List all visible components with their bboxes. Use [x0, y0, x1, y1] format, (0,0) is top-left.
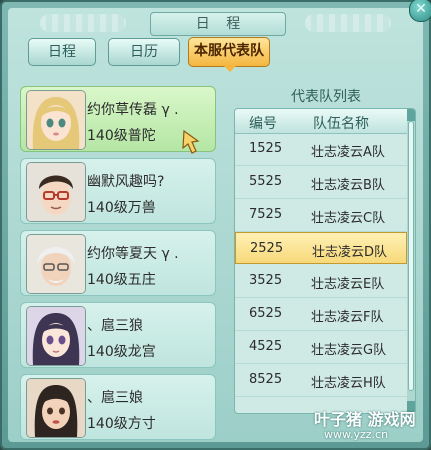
tab-server-team[interactable]: 本服代表队	[188, 37, 270, 67]
blonde-girl-avatar	[26, 90, 86, 150]
row-team-name: 壮志凌云H队	[311, 376, 386, 391]
row-team-name: 壮志凌云B队	[311, 178, 385, 193]
row-id: 1525	[249, 141, 283, 156]
member-card[interactable]: 、扈三娘 140级方寸	[20, 374, 216, 440]
tab-calendar[interactable]: 日历	[108, 38, 180, 66]
dark-hair-girl-avatar	[26, 306, 86, 366]
table-row[interactable]: 4525 壮志凌云G队	[235, 331, 407, 364]
tab-pointer-icon	[224, 66, 236, 72]
old-man-avatar	[26, 234, 86, 294]
row-team-name: 壮志凌云A队	[311, 145, 385, 160]
dialog-body: 日 程 日程 日历 本服代表队 约你草传磊 γ . 140级普陀 幽默风趣吗? …	[8, 8, 423, 442]
row-team-name: 壮志凌云C队	[311, 211, 386, 226]
watermark-main: 叶子猪 游戏网	[314, 410, 416, 429]
team-roster-panel: 代表队列表 编号 队伍名称 1525 壮志凌云A队 5525 壮志凌云B队 75…	[230, 80, 422, 420]
tab-schedule[interactable]: 日程	[28, 38, 96, 66]
row-id: 3525	[249, 273, 283, 288]
member-card[interactable]: 约你草传磊 γ . 140级普陀	[20, 86, 216, 154]
close-icon[interactable]: ✕	[409, 0, 431, 22]
roster-header: 编号 队伍名称	[235, 109, 407, 134]
table-row[interactable]: 6525 壮志凌云F队	[235, 298, 407, 331]
row-id: 4525	[249, 339, 283, 354]
row-team-name: 壮志凌云F队	[311, 310, 384, 325]
member-name: 、扈三娘	[87, 390, 143, 406]
glasses-man-avatar	[26, 162, 86, 222]
row-team-name: 壮志凌云D队	[312, 245, 388, 260]
pointer-cursor-icon	[182, 129, 200, 154]
roster-table: 编号 队伍名称 1525 壮志凌云A队 5525 壮志凌云B队 7525 壮志凌…	[234, 108, 416, 414]
roster-title: 代表队列表	[291, 89, 361, 105]
member-name: 、扈三狼	[87, 318, 143, 334]
window-title: 日 程	[150, 12, 286, 36]
member-level: 140级普陀	[87, 128, 156, 144]
dialog-frame: 日 程 日程 日历 本服代表队 约你草传磊 γ . 140级普陀 幽默风趣吗? …	[0, 0, 431, 450]
member-card[interactable]: 、扈三狼 140级龙宫	[20, 302, 216, 368]
row-id: 2525	[250, 241, 284, 256]
title-bar: 日 程	[8, 8, 423, 38]
header-id: 编号	[249, 116, 277, 132]
table-row[interactable]: 7525 壮志凌云C队	[235, 199, 407, 232]
roster-scrollbar[interactable]	[407, 109, 415, 413]
table-row[interactable]: 3525 壮志凌云E队	[235, 265, 407, 298]
table-row[interactable]: 8525 壮志凌云H队	[235, 364, 407, 397]
row-id: 8525	[249, 372, 283, 387]
member-name: 幽默风趣吗?	[87, 174, 165, 190]
table-row-selected[interactable]: 2525 壮志凌云D队	[235, 232, 407, 264]
title-ornament-left	[40, 14, 126, 32]
watermark-logo: 叶子猪 游戏网 www.yzz.cn	[314, 406, 424, 446]
row-team-name: 壮志凌云G队	[311, 343, 387, 358]
header-team-name: 队伍名称	[313, 116, 369, 132]
row-id: 6525	[249, 306, 283, 321]
row-team-name: 壮志凌云E队	[311, 277, 385, 292]
woman-avatar	[26, 378, 86, 438]
member-card[interactable]: 约你等夏天 γ . 140级五庄	[20, 230, 216, 296]
member-card[interactable]: 幽默风趣吗? 140级万兽	[20, 158, 216, 224]
scroll-thumb[interactable]	[408, 121, 414, 391]
row-id: 5525	[249, 174, 283, 189]
scroll-up-icon[interactable]	[407, 109, 415, 121]
table-row[interactable]: 1525 壮志凌云A队	[235, 133, 407, 166]
title-ornament-right	[305, 14, 391, 32]
member-name: 约你草传磊 γ .	[87, 102, 179, 118]
member-name: 约你等夏天 γ .	[87, 246, 179, 262]
member-level: 140级龙宫	[87, 344, 156, 360]
table-row[interactable]: 5525 壮志凌云B队	[235, 166, 407, 199]
member-level: 140级五庄	[87, 272, 156, 288]
member-level: 140级方寸	[87, 416, 156, 432]
row-id: 7525	[249, 207, 283, 222]
member-level: 140级万兽	[87, 200, 156, 216]
watermark-url: www.yzz.cn	[324, 428, 389, 441]
